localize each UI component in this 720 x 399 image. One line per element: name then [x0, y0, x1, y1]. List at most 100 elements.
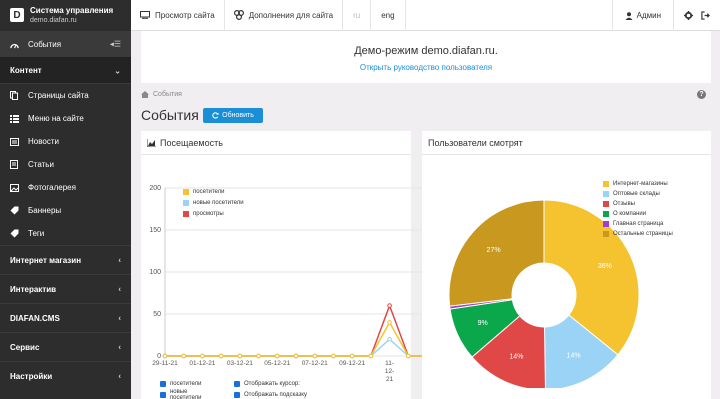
- data-point: [237, 353, 243, 359]
- diafan-logo-icon: D: [10, 8, 24, 22]
- sidebar-section-service[interactable]: Сервис ‹: [0, 332, 131, 361]
- lang-eng[interactable]: eng: [371, 0, 406, 31]
- pie-slice-label: 27%: [487, 247, 501, 254]
- view-site-label: Просмотр сайта: [155, 10, 215, 20]
- sidebar-item-label: Теги: [28, 229, 45, 238]
- legend-swatch: [603, 221, 609, 227]
- y-tick-label: 200: [149, 185, 161, 192]
- series-line: [165, 303, 427, 357]
- chevron-left-icon: ‹: [118, 313, 121, 323]
- x-tick-label: 29-11-21: [152, 360, 178, 367]
- demo-notice: Демо-режим demo.diafan.ru. Открыть руков…: [141, 31, 711, 83]
- legend-item-visitors: посетители: [183, 186, 244, 197]
- breadcrumb-item: События: [153, 91, 182, 98]
- pie-slice-label: 14%: [509, 354, 523, 361]
- checkbox-show-cursor[interactable]: Отображать курсор:: [234, 380, 300, 387]
- chevron-left-icon: ‹: [118, 284, 121, 294]
- admin-menu[interactable]: Админ: [611, 0, 673, 31]
- brand[interactable]: D Система управления demo.diafan.ru: [0, 0, 131, 31]
- sidebar-section-shop[interactable]: Интернет магазин ‹: [0, 245, 131, 274]
- x-tick-label: 01-12-21: [189, 360, 215, 367]
- sidebar-item-label: Статьи: [28, 160, 54, 169]
- monitor-icon: [140, 11, 150, 19]
- legend-item: Интернет-магазины: [603, 179, 673, 189]
- y-tick-label: 150: [149, 227, 161, 234]
- home-icon[interactable]: [141, 91, 149, 98]
- refresh-icon: [212, 112, 219, 119]
- x-tick-label: 05-12-21: [264, 360, 290, 367]
- sidebar-section-content[interactable]: Контент ⌄: [0, 58, 131, 84]
- sidebar-section-label: Контент: [10, 66, 42, 75]
- legend-label: Остальные страницы: [613, 231, 673, 237]
- sidebar-item-news[interactable]: Новости: [0, 130, 131, 153]
- top-bar: D Система управления demo.diafan.ru Прос…: [0, 0, 720, 31]
- dashboard-icon: [10, 40, 24, 49]
- checkbox-visitors[interactable]: посетители: [160, 380, 220, 387]
- chevron-left-icon: ‹: [118, 342, 121, 352]
- y-tick-label: 0: [157, 353, 161, 360]
- chevron-down-icon: ⌄: [114, 66, 121, 75]
- top-icons: [673, 0, 720, 31]
- sidebar-item-label: Меню на сайте: [28, 114, 84, 123]
- top-right: Админ: [611, 0, 720, 31]
- lang-ru[interactable]: ru: [343, 0, 372, 31]
- tag-icon: [10, 206, 24, 215]
- legend-label: Отзывы: [613, 201, 635, 207]
- visits-panel-header: Посещаемость: [141, 131, 411, 155]
- sidebar-item-label: Страницы сайта: [28, 91, 89, 100]
- gear-icon[interactable]: [684, 11, 693, 20]
- brand-title: Система управления: [30, 5, 114, 15]
- legend-swatch: [603, 201, 609, 207]
- view-site-link[interactable]: Просмотр сайта: [131, 0, 225, 31]
- user-guide-link[interactable]: Открыть руководство пользователя: [141, 63, 711, 72]
- sidebar-item-articles[interactable]: Статьи: [0, 153, 131, 176]
- addons-link[interactable]: Дополнения для сайта: [225, 0, 344, 31]
- sidebar-item-menu[interactable]: Меню на сайте: [0, 107, 131, 130]
- sidebar-section-label: Интернет магазин: [10, 255, 82, 265]
- chart-options: посетители Отображать курсор: новые посе…: [160, 378, 307, 399]
- refresh-button[interactable]: Обновить: [203, 108, 263, 123]
- pie-slice-label: 14%: [567, 353, 581, 360]
- legend-label: О компании: [613, 211, 647, 217]
- sidebar-section-diafan[interactable]: DIAFAN.CMS ‹: [0, 303, 131, 332]
- legend-swatch: [603, 231, 609, 237]
- y-tick-label: 50: [153, 311, 161, 318]
- sidebar-section-interactive[interactable]: Интерактив ‹: [0, 274, 131, 303]
- data-point: [387, 336, 392, 342]
- user-icon: [625, 11, 633, 20]
- admin-label: Админ: [636, 11, 661, 20]
- data-point: [387, 303, 392, 308]
- data-point: [368, 353, 374, 359]
- sidebar-section-label: Интерактив: [10, 284, 57, 294]
- logout-icon[interactable]: [701, 11, 710, 20]
- data-point: [349, 353, 355, 359]
- legend-item: Остальные страницы: [603, 229, 673, 239]
- sidebar-item-events[interactable]: События ◂☰: [0, 31, 131, 58]
- sidebar-item-gallery[interactable]: Фотогалерея: [0, 176, 131, 199]
- sidebar-item-label: Баннеры: [28, 206, 62, 215]
- sidebar-section-settings[interactable]: Настройки ‹: [0, 361, 131, 390]
- legend-item: Главная страница: [603, 219, 673, 229]
- sidebar-section-label: DIAFAN.CMS: [10, 313, 60, 323]
- legend-label: Оптовые склады: [613, 191, 660, 197]
- sidebar-item-label: Фотогалерея: [28, 183, 76, 192]
- checkbox-new-visitors[interactable]: новые посетители: [160, 389, 220, 399]
- top-nav: Просмотр сайта Дополнения для сайта ru e…: [131, 0, 406, 31]
- help-icon[interactable]: ?: [697, 90, 706, 99]
- legend-label: Интернет-магазины: [613, 181, 668, 187]
- data-point: [162, 353, 168, 359]
- sidebar-toggle-icon[interactable]: ◂☰: [110, 40, 121, 49]
- legend-label: Главная страница: [613, 221, 664, 227]
- list-icon: [10, 114, 24, 123]
- sidebar-section-label: Сервис: [10, 342, 40, 352]
- sidebar-item-pages[interactable]: Страницы сайта: [0, 84, 131, 107]
- legend-item: Отзывы: [603, 199, 673, 209]
- data-point: [387, 320, 392, 325]
- data-point: [181, 353, 187, 359]
- demo-text: Демо-режим demo.diafan.ru.: [354, 45, 498, 57]
- tags-icon: [10, 229, 24, 238]
- data-point: [293, 353, 299, 359]
- sidebar-item-banners[interactable]: Баннеры: [0, 199, 131, 222]
- checkbox-show-tooltip[interactable]: Отображать подсказку: [234, 391, 307, 398]
- sidebar-item-tags[interactable]: Теги: [0, 222, 131, 245]
